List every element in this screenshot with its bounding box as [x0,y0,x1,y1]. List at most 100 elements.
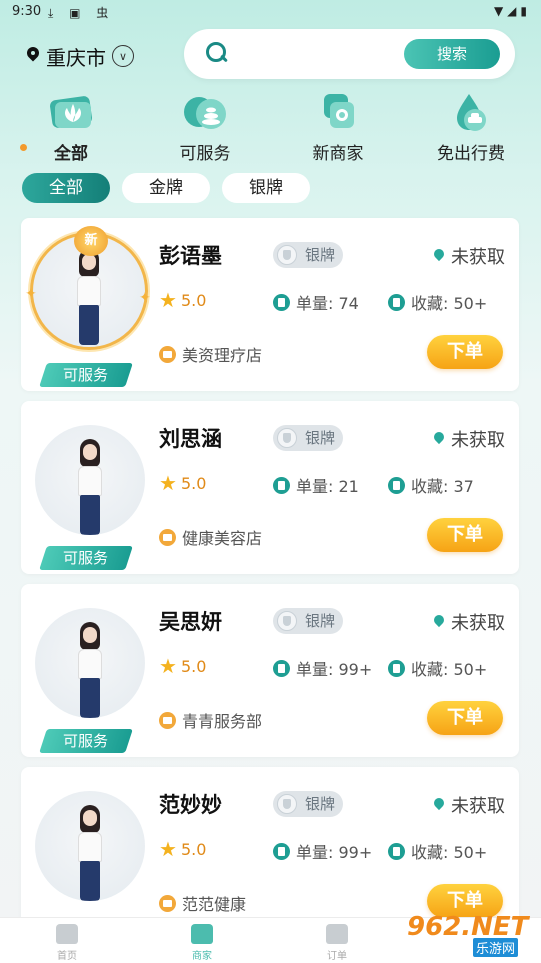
location-pin-icon [433,798,445,813]
nav-label: 首页 [57,951,77,962]
favorite-count: 收藏: 50+ [388,839,487,863]
order-count: 单量: 99+ [273,656,372,680]
therapist-photo [73,439,107,535]
favorite-count: 收藏: 37 [388,473,474,497]
level-badge: 银牌 [273,425,343,451]
category-label: 全部 [54,144,88,164]
category-new-merchant[interactable]: 新商家 [283,92,393,164]
level-badge: 银牌 [273,608,343,634]
status-time: 9:30 [12,4,42,19]
therapist-photo [73,622,107,718]
status-bar: 9:30 ⤓ ▣ 虫 ▼◢▮ [0,0,541,26]
shop-info: 健康美容店 [159,525,262,549]
shop-name: 美资理疗店 [182,346,263,365]
favorite-count-label: 收藏: 50+ [411,843,488,862]
city-selector[interactable]: 重庆市 ∨ [26,42,134,70]
shield-icon [277,428,297,448]
search-bar[interactable]: 搜索 [184,29,515,79]
shop-info: 青青服务部 [159,708,262,732]
therapist-photo [72,249,106,347]
nav-home[interactable]: 首页 [37,924,97,962]
nav-shop[interactable]: 商家 [172,924,232,962]
location-label: 未获取 [451,430,505,451]
notification-icons: ⤓ ▣ 虫 [48,6,115,20]
nav-orders[interactable]: 订单 [307,924,367,962]
rating-value: 5.0 [180,473,207,493]
rating: ★ 5.0 [159,290,206,310]
list-icon [273,842,290,860]
shop-name: 范范健康 [182,895,247,914]
star-icon: ★ [159,837,177,861]
list-icon [273,293,290,311]
favorite-count-label: 收藏: 50+ [411,660,488,679]
location-status: 未获取 [433,792,505,818]
new-badge: 新 [74,226,108,256]
category-label: 免出行费 [437,144,505,164]
therapist-name: 彭语墨 [159,244,222,268]
filter-gold[interactable]: 金牌 [122,173,210,203]
order-button[interactable]: 下单 [427,701,503,735]
store-icon [314,92,362,132]
list-icon [388,842,405,860]
status-badge: 可服务 [39,729,133,753]
sparkle-icon: ✦ [25,286,37,302]
avatar [35,425,145,535]
category-available[interactable]: 可服务 [150,92,260,164]
list-icon [388,293,405,311]
level-label: 银牌 [305,612,336,630]
merchant-card[interactable]: 可服务 吴思妍 银牌 未获取 ★ 5.0 单量: 99+ 收藏: 50+ 青青服务… [21,584,519,757]
therapist-name: 范妙妙 [159,793,222,817]
status-badge: 可服务 [39,546,133,570]
merchant-card[interactable]: 可服务 刘思涵 银牌 未获取 ★ 5.0 单量: 21 收藏: 37 健康美容店 … [21,401,519,574]
star-icon: ★ [159,288,177,312]
search-button[interactable]: 搜索 [404,39,500,69]
filter-silver[interactable]: 银牌 [222,173,310,203]
level-label: 银牌 [305,429,336,447]
order-button[interactable]: 下单 [427,518,503,552]
rating-value: 5.0 [180,839,207,859]
merchant-card[interactable]: ✦ ✦ 新 可服务 彭语墨 银牌 未获取 ★ 5.0 单量: 74 收藏: 50+… [21,218,519,391]
location-pin-icon [433,249,445,264]
shop-info: 范范健康 [159,891,246,915]
shop-icon [159,894,176,912]
shop-icon [191,924,213,944]
list-icon [388,659,405,677]
sparkle-icon: ✦ [139,290,151,306]
system-icons: ▼◢▮ [493,4,531,18]
home-icon [56,924,78,944]
order-button[interactable]: 下单 [427,335,503,369]
level-badge: 银牌 [273,791,343,817]
location-pin-icon [433,615,445,630]
status-label: 可服务 [63,549,109,567]
shield-icon [277,611,297,631]
location-pin-icon [26,47,40,65]
rating: ★ 5.0 [159,656,206,676]
order-icon [326,924,348,944]
city-name: 重庆市 [46,45,106,70]
avatar [35,791,145,901]
status-badge: 可服务 [39,363,133,387]
status-label: 可服务 [63,366,109,384]
category-all[interactable]: 全部 [16,92,126,164]
level-badge: 银牌 [273,242,343,268]
order-count: 单量: 99+ [273,839,372,863]
chevron-down-icon: ∨ [112,45,134,67]
list-icon [273,659,290,677]
therapist-name: 刘思涵 [159,427,222,451]
shop-name: 健康美容店 [182,529,263,548]
star-icon: ★ [159,654,177,678]
new-badge-label: 新 [74,226,108,256]
stones-icon [181,92,229,132]
car-drop-icon [447,92,495,132]
location-status: 未获取 [433,426,505,452]
favorite-count-label: 收藏: 50+ [411,294,488,313]
status-label: 可服务 [63,732,109,750]
filter-all[interactable]: 全部 [22,173,110,203]
favorite-count: 收藏: 50+ [388,656,487,680]
category-free-travel[interactable]: 免出行费 [416,92,526,164]
list-icon [388,476,405,494]
list-icon [273,476,290,494]
level-filter: 全部 金牌 银牌 [22,173,310,203]
shop-icon [159,345,176,363]
shop-name: 青青服务部 [182,712,263,731]
